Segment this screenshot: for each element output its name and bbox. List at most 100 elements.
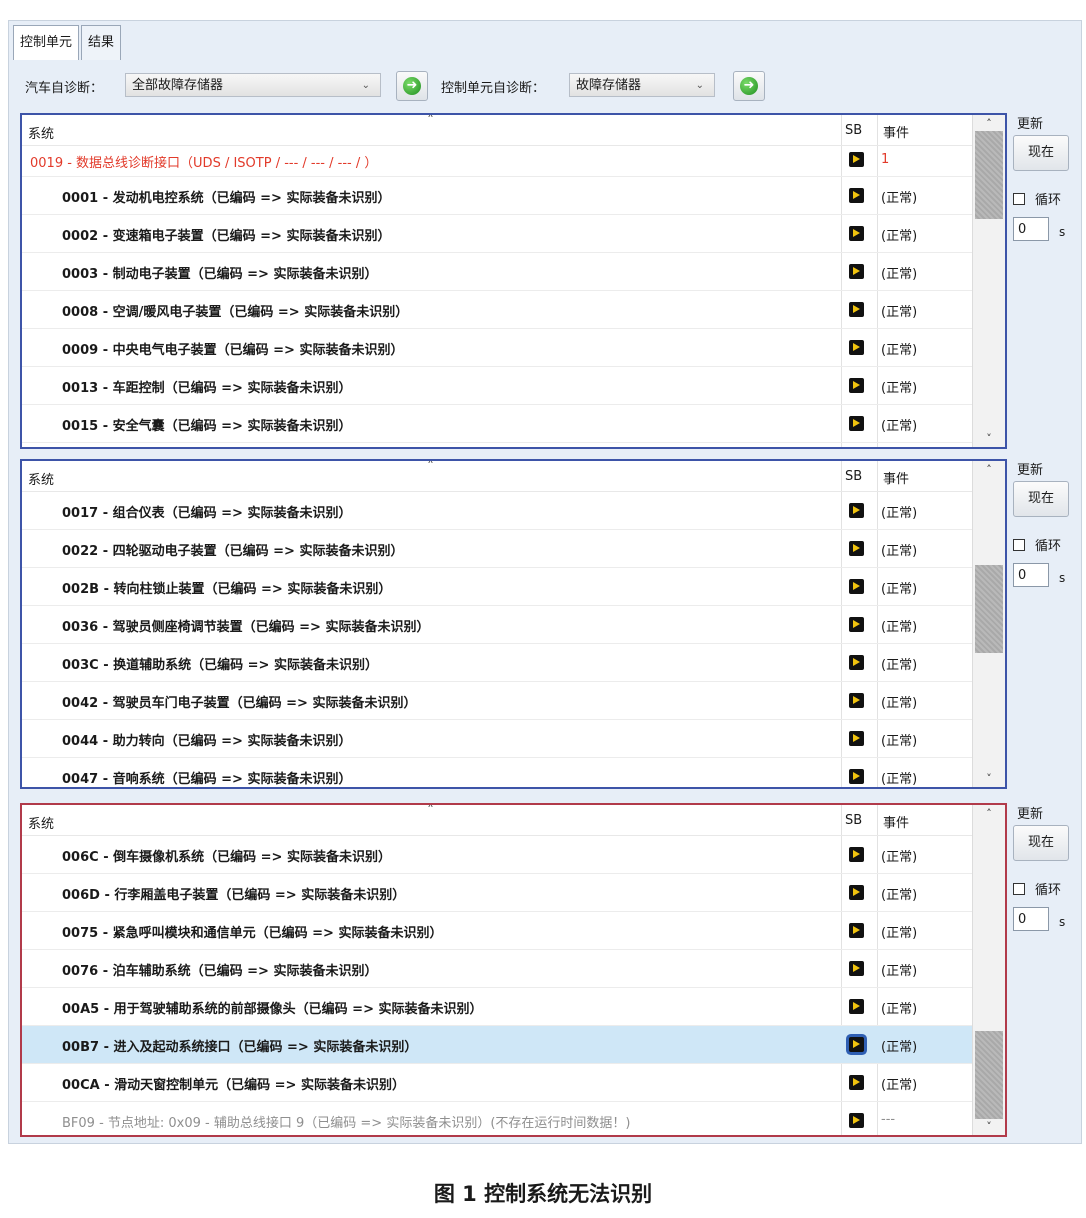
- table-row[interactable]: BF09 - 节点地址: 0x09 - 辅助总线接口 9（已编码 => 实际装备…: [22, 1102, 1005, 1135]
- table-row[interactable]: 0076 - 泊车辅助系统（已编码 => 实际装备未识别） (正常): [22, 950, 1005, 988]
- loop-checkbox[interactable]: [1013, 193, 1025, 205]
- sb-icon[interactable]: [849, 416, 864, 431]
- sb-icon[interactable]: [849, 340, 864, 355]
- system-name: 0019 - 数据总线诊断接口（UDS / ISOTP / --- / --- …: [30, 156, 378, 171]
- scrollbar[interactable]: ˄ ˅: [972, 805, 1005, 1135]
- scroll-thumb[interactable]: [975, 565, 1003, 653]
- table-row[interactable]: 0042 - 驾驶员车门电子装置（已编码 => 实际装备未识别） (正常): [22, 682, 1005, 720]
- column-system[interactable]: 系统: [28, 469, 54, 488]
- scroll-thumb[interactable]: [975, 1031, 1003, 1119]
- sb-icon[interactable]: [849, 923, 864, 938]
- event-value: (正常): [881, 964, 918, 979]
- system-name: 0009 - 中央电气电子装置（已编码 => 实际装备未识别）: [62, 343, 404, 358]
- column-sb[interactable]: SB: [845, 813, 862, 828]
- update-now-button[interactable]: 现在: [1013, 825, 1069, 861]
- sb-icon[interactable]: [849, 617, 864, 632]
- loop-toggle[interactable]: 循环: [1013, 879, 1061, 898]
- table-row[interactable]: 0009 - 中央电气电子装置（已编码 => 实际装备未识别） (正常): [22, 329, 1005, 367]
- sb-icon[interactable]: [849, 1037, 864, 1052]
- sb-icon[interactable]: [849, 264, 864, 279]
- event-value: 1: [881, 152, 890, 167]
- table-row[interactable]: 0001 - 发动机电控系统（已编码 => 实际装备未识别） (正常): [22, 177, 1005, 215]
- interval-input[interactable]: 0: [1013, 563, 1049, 587]
- table-row[interactable]: 0008 - 空调/暖风电子装置（已编码 => 实际装备未识别） (正常): [22, 291, 1005, 329]
- update-now-button[interactable]: 现在: [1013, 135, 1069, 171]
- table-row[interactable]: 00CA - 滑动天窗控制单元（已编码 => 实际装备未识别） (正常): [22, 1064, 1005, 1102]
- car-diagnosis-go-button[interactable]: ➜: [396, 71, 428, 101]
- table-row[interactable]: 0075 - 紧急呼叫模块和通信单元（已编码 => 实际装备未识别） (正常): [22, 912, 1005, 950]
- table-row[interactable]: 0036 - 驾驶员侧座椅调节装置（已编码 => 实际装备未识别） (正常): [22, 606, 1005, 644]
- tab-results[interactable]: 结果: [81, 25, 122, 60]
- scrollbar[interactable]: ˄ ˅: [972, 115, 1005, 447]
- sb-icon[interactable]: [849, 731, 864, 746]
- go-arrow-icon: ➜: [740, 77, 758, 95]
- system-name: 0013 - 车距控制（已编码 => 实际装备未识别）: [62, 381, 352, 396]
- sb-icon[interactable]: [849, 503, 864, 518]
- table-row[interactable]: 0044 - 助力转向（已编码 => 实际装备未识别） (正常): [22, 720, 1005, 758]
- loop-toggle[interactable]: 循环: [1013, 189, 1061, 208]
- go-arrow-icon: ➜: [403, 77, 421, 95]
- scroll-up-icon[interactable]: ˄: [973, 807, 1005, 820]
- interval-unit: s: [1059, 225, 1066, 239]
- loop-checkbox[interactable]: [1013, 539, 1025, 551]
- table-row-selected[interactable]: 00B7 - 进入及起动系统接口（已编码 => 实际装备未识别） (正常): [22, 1026, 1005, 1064]
- table-row[interactable]: 0015 - 安全气囊（已编码 => 实际装备未识别） (正常): [22, 405, 1005, 443]
- table-row[interactable]: 0002 - 变速箱电子装置（已编码 => 实际装备未识别） (正常): [22, 215, 1005, 253]
- sb-icon[interactable]: [849, 885, 864, 900]
- scroll-down-icon[interactable]: ˅: [973, 432, 1005, 445]
- system-name: 0047 - 音响系统（已编码 => 实际装备未识别）: [62, 772, 352, 787]
- scroll-down-icon[interactable]: ˅: [973, 1120, 1005, 1133]
- table-row[interactable]: 0047 - 音响系统（已编码 => 实际装备未识别） (正常): [22, 758, 1005, 787]
- column-system[interactable]: 系统: [28, 123, 54, 142]
- unit-diagnosis-go-button[interactable]: ➜: [733, 71, 765, 101]
- sb-icon[interactable]: [849, 847, 864, 862]
- sb-icon[interactable]: [849, 655, 864, 670]
- scroll-up-icon[interactable]: ˄: [973, 117, 1005, 130]
- column-system[interactable]: 系统: [28, 813, 54, 832]
- table-row[interactable]: 003C - 换道辅助系统（已编码 => 实际装备未识别） (正常): [22, 644, 1005, 682]
- interval-input[interactable]: 0: [1013, 217, 1049, 241]
- table-row[interactable]: 0003 - 制动电子装置（已编码 => 实际装备未识别） (正常): [22, 253, 1005, 291]
- sb-icon[interactable]: [849, 188, 864, 203]
- loop-checkbox[interactable]: [1013, 883, 1025, 895]
- column-event[interactable]: 事件: [883, 468, 909, 487]
- table-row[interactable]: 006C - 倒车摄像机系统（已编码 => 实际装备未识别） (正常): [22, 836, 1005, 874]
- sb-icon[interactable]: [849, 152, 864, 167]
- sb-icon[interactable]: [849, 378, 864, 393]
- loop-toggle[interactable]: 循环: [1013, 535, 1061, 554]
- sb-icon[interactable]: [849, 226, 864, 241]
- system-name: 003C - 换道辅助系统（已编码 => 实际装备未识别）: [62, 658, 378, 673]
- table-row[interactable]: 00A5 - 用于驾驶辅助系统的前部摄像头（已编码 => 实际装备未识别） (正常…: [22, 988, 1005, 1026]
- column-event[interactable]: 事件: [883, 812, 909, 831]
- event-value: ---: [881, 1112, 896, 1127]
- sb-icon[interactable]: [849, 1075, 864, 1090]
- sb-icon[interactable]: [849, 302, 864, 317]
- update-now-button[interactable]: 现在: [1013, 481, 1069, 517]
- column-sb[interactable]: SB: [845, 469, 862, 484]
- sb-icon[interactable]: [849, 1113, 864, 1128]
- scroll-up-icon[interactable]: ˄: [973, 463, 1005, 476]
- sb-icon[interactable]: [849, 769, 864, 784]
- table-row[interactable]: 0022 - 四轮驱动电子装置（已编码 => 实际装备未识别） (正常): [22, 530, 1005, 568]
- table-row[interactable]: 0013 - 车距控制（已编码 => 实际装备未识别） (正常): [22, 367, 1005, 405]
- scroll-thumb[interactable]: [975, 131, 1003, 219]
- event-value: (正常): [881, 267, 918, 282]
- sb-icon[interactable]: [849, 541, 864, 556]
- tab-control-unit[interactable]: 控制单元: [13, 25, 80, 60]
- system-name: 0015 - 安全气囊（已编码 => 实际装备未识别）: [62, 419, 352, 434]
- scrollbar[interactable]: ˄ ˅: [972, 461, 1005, 787]
- interval-input[interactable]: 0: [1013, 907, 1049, 931]
- table-row[interactable]: 006D - 行李厢盖电子装置（已编码 => 实际装备未识别） (正常): [22, 874, 1005, 912]
- column-sb[interactable]: SB: [845, 123, 862, 138]
- sb-icon[interactable]: [849, 961, 864, 976]
- unit-diagnosis-select[interactable]: 故障存储器 ⌄: [569, 73, 715, 97]
- table-row[interactable]: 002B - 转向柱锁止装置（已编码 => 实际装备未识别） (正常): [22, 568, 1005, 606]
- car-diagnosis-select[interactable]: 全部故障存储器 ⌄: [125, 73, 381, 97]
- column-event[interactable]: 事件: [883, 122, 909, 141]
- sb-icon[interactable]: [849, 579, 864, 594]
- sb-icon[interactable]: [849, 999, 864, 1014]
- sb-icon[interactable]: [849, 693, 864, 708]
- table-row[interactable]: 0017 - 组合仪表（已编码 => 实际装备未识别） (正常): [22, 492, 1005, 530]
- table-row[interactable]: 0019 - 数据总线诊断接口（UDS / ISOTP / --- / --- …: [22, 146, 1005, 177]
- scroll-down-icon[interactable]: ˅: [973, 772, 1005, 785]
